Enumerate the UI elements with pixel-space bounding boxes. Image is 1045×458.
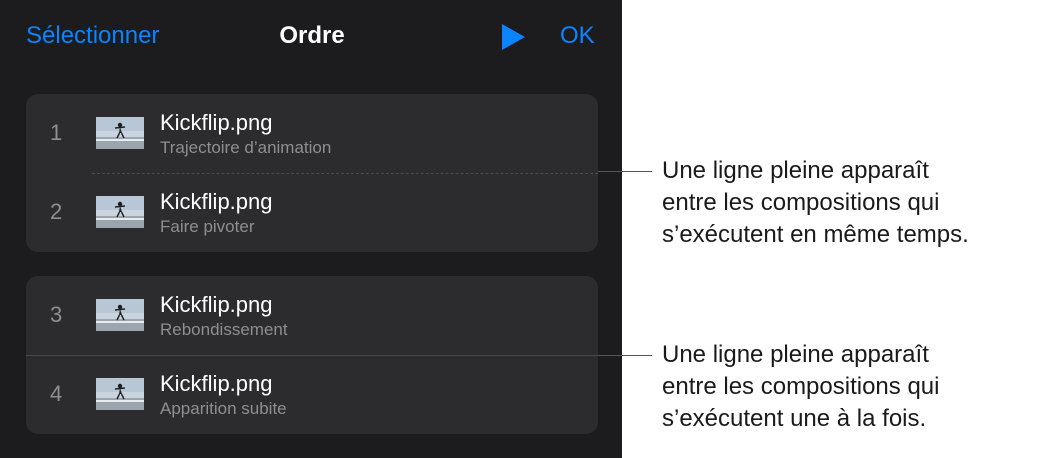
play-icon[interactable] [500, 23, 526, 51]
build-row[interactable]: 1 Kickflip.png Trajectoire d’animation [26, 94, 598, 173]
callout-leader-line [598, 171, 652, 172]
callout-line-text: entre les compositions qui [662, 189, 940, 216]
build-effect-name: Rebondissement [160, 320, 288, 339]
build-effect-name: Faire pivoter [160, 217, 255, 236]
image-thumbnail-icon [96, 299, 144, 331]
callout-line-text: s’exécutent en même temps. [662, 221, 969, 248]
build-row[interactable]: 3 Kickflip.png Rebondissement [26, 276, 598, 355]
build-effect-name: Apparition subite [160, 399, 287, 418]
build-row[interactable]: 4 Kickflip.png Apparition subite [26, 355, 598, 434]
build-number: 2 [50, 199, 63, 224]
callout-line-text: Une ligne pleine apparaît [662, 157, 929, 184]
callout-leader-line [598, 355, 652, 356]
callout-line-text: entre les compositions qui [662, 373, 940, 400]
build-object-name: Kickflip.png [160, 292, 273, 317]
build-number: 4 [50, 381, 63, 406]
build-group-simultaneous: 1 Kickflip.png Trajectoire d’animation 2… [26, 94, 598, 252]
build-number: 3 [50, 302, 63, 327]
build-effect-name: Trajectoire d’animation [160, 138, 332, 157]
image-thumbnail-icon [96, 117, 144, 149]
build-group-sequential: 3 Kickflip.png Rebondissement 4 Kickflip… [26, 276, 598, 434]
callout-simultaneous: Une ligne pleine apparaît entre les comp… [662, 155, 1042, 251]
callout-line-text: Une ligne pleine apparaît [662, 341, 929, 368]
build-object-name: Kickflip.png [160, 371, 273, 396]
build-row[interactable]: 2 Kickflip.png Faire pivoter [26, 173, 598, 252]
build-number: 1 [50, 120, 63, 145]
image-thumbnail-icon [96, 196, 144, 228]
image-thumbnail-icon [96, 378, 144, 410]
panel-title: Ordre [279, 22, 345, 49]
ok-button[interactable]: OK [560, 22, 595, 50]
build-order-panel: Sélectionner Ordre OK 1 Kickflip.png Tra… [0, 0, 622, 458]
build-object-name: Kickflip.png [160, 110, 273, 135]
callout-sequential: Une ligne pleine apparaît entre les comp… [662, 339, 1042, 435]
select-button[interactable]: Sélectionner [26, 22, 159, 50]
build-object-name: Kickflip.png [160, 189, 273, 214]
callout-line-text: s’exécutent une à la fois. [662, 405, 927, 432]
